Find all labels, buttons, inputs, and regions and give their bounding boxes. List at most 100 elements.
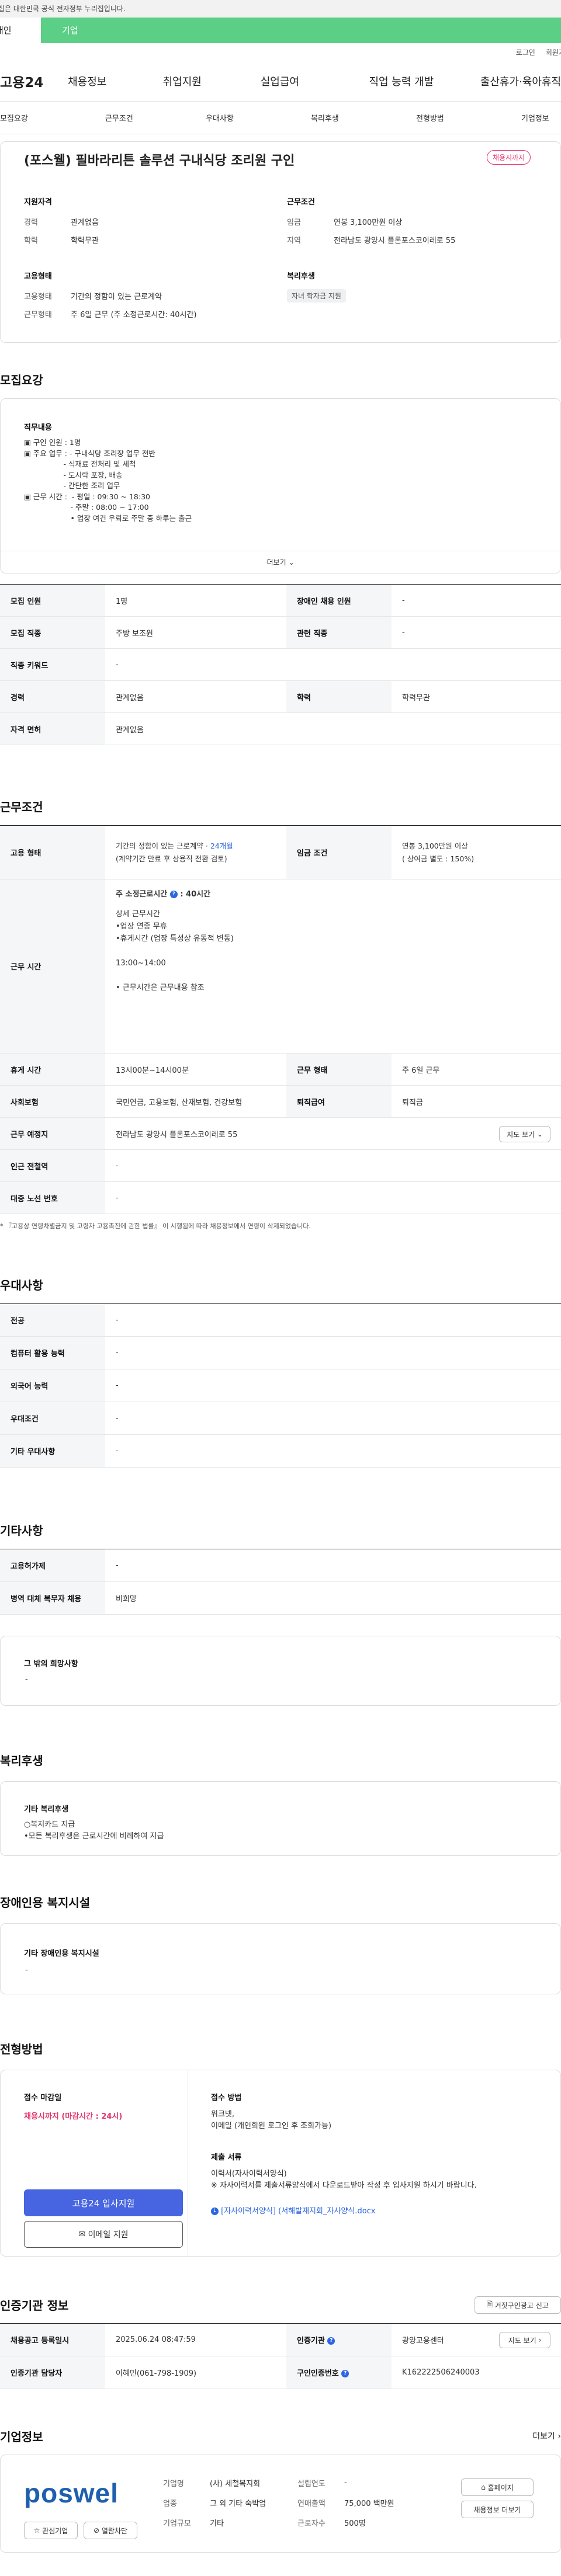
cert-table: 채용공고 등록일시 2025.06.24 08:47:59 인증기관 ? 광양고용센터… xyxy=(0,2323,561,2389)
info-icon[interactable]: ? xyxy=(169,891,178,898)
duty-line: ▣ 주요 업무 : - 구내식당 조리장 업무 전반 xyxy=(24,449,155,458)
worktime-line: •업장 연중 무휴 xyxy=(116,922,167,931)
section-title-recruit: 모집요강 xyxy=(0,373,43,387)
company-more-link[interactable]: 더보기 › xyxy=(532,2430,561,2442)
emp-heading: 고용형태 xyxy=(24,272,52,281)
resume-file-link[interactable]: ↓ [자사이력서양식] (서해발재지회_자사양식.docx xyxy=(211,2205,376,2216)
company-info-key: 설립연도 xyxy=(297,2479,325,2488)
duty-line: - 주말 : 08:00 ~ 17:00 xyxy=(24,503,149,512)
table-row: 컴퓨터 활용 능력 - xyxy=(0,1336,561,1369)
table-row: 근무 예정지 전라남도 광양시 플론포스코이레로 55 지도 보기 ⌄ xyxy=(0,1117,561,1150)
company-info-key: 기업명 xyxy=(163,2479,184,2488)
duty-line: ▣ 구인 인원 : 1명 xyxy=(24,438,81,447)
company-box: poswel ☆ 관심기업 ⊘ 열람차단 기업명 (사) 세철복지회 설립연도 - 업종… xyxy=(0,2455,561,2553)
report-button[interactable]: 🗎 거짓구인광고 신고 xyxy=(475,2296,561,2314)
info-icon[interactable]: ? xyxy=(327,2337,335,2345)
table-row: 모집 직종 주방 보조원 관련 직종 - xyxy=(0,616,561,649)
company-info-key: 근로자수 xyxy=(297,2519,325,2528)
signup-link[interactable]: 회원가입 xyxy=(546,47,561,57)
section-title-conditions: 근무조건 xyxy=(0,800,43,814)
duty-box: 직무내용 ▣ 구인 인원 : 1명 ▣ 주요 업무 : - 구내식당 조리장 업무… xyxy=(0,398,561,573)
company-info-value: 500명 xyxy=(344,2519,366,2528)
status-badge: 채용시까지 xyxy=(487,150,531,165)
email-apply-button[interactable]: ✉ 이메일 지원 xyxy=(24,2221,183,2248)
homepage-button[interactable]: ⌂ 홈페이지 xyxy=(461,2478,534,2496)
company-info-row: 업종 그 외 기타 숙박업 연매출액 75,000 백만원 xyxy=(163,2492,432,2512)
block-icon: ⊘ xyxy=(93,2526,100,2535)
section-title-company: 기업정보 xyxy=(0,2430,43,2444)
nav-unemployment[interactable]: 실업급여 xyxy=(261,74,369,89)
section-title-welfare: 복리후생 xyxy=(0,1754,43,1768)
table-row: 자격 면허 관계없음 xyxy=(0,712,561,745)
worktime-line: •휴게시간 (업장 특성상 유동적 변동) xyxy=(116,934,234,943)
edu-key: 학력 xyxy=(24,237,38,245)
career-value: 관계없음 xyxy=(71,218,99,227)
welfare-tag: 자녀 학자금 지원 xyxy=(287,289,346,303)
cert-map-button[interactable]: 지도 보기 › xyxy=(499,2332,550,2348)
table-row: 외국어 능력 - xyxy=(0,1369,561,1402)
table-row: 경력 관계없음 학력 학력무관 xyxy=(0,680,561,713)
subnav-preference[interactable]: 우대사항 xyxy=(206,112,311,123)
disabled-box: 기타 장애인용 복지시설 - xyxy=(0,1923,561,1994)
tab-company[interactable]: 기업 xyxy=(41,18,137,43)
table-row: 휴게 시간 13시00분~14시00분 근무 형태 주 6일 근무 xyxy=(0,1053,561,1086)
duty-line: • 업장 여건 우뢰로 주말 중 하루는 출근 xyxy=(24,513,192,523)
subnav-process[interactable]: 전형방법 xyxy=(416,112,521,123)
tab-personal[interactable]: 개인 xyxy=(0,18,41,43)
table-row: 근무 시간 주 소정근로시간 ? : 40시간 상세 근무시간 •업장 연중 무휴… xyxy=(0,879,561,1054)
table-row: 고용허가제 - xyxy=(0,1549,561,1582)
gov-banner: 이 누리집은 대한민국 공식 전자정부 누리집입니다. xyxy=(0,0,561,18)
company-info-value: (사) 세철복지회 xyxy=(210,2479,261,2488)
subnav-welfare[interactable]: 복리후생 xyxy=(311,112,416,123)
duty-line: - 간단한 조리 업무 xyxy=(24,481,120,490)
table-row: 고용 형태 기간의 정함이 있는 근로계약 · 24개월 (계약기간 만료 후 상… xyxy=(0,825,561,879)
section-title-process: 전형방법 xyxy=(0,2042,43,2056)
company-info-key: 연매출액 xyxy=(297,2499,325,2508)
apply-button[interactable]: 고용24 입사지원 xyxy=(24,2189,183,2216)
login-link[interactable]: 로그인 xyxy=(516,47,535,57)
worktime-line: 상세 근무시간 xyxy=(116,910,160,919)
job-summary-card: (포스웰) 필바라리튼 솔루션 구내식당 조리원 구인 채용시까지 지원자격 경… xyxy=(0,141,561,343)
duty-more-button[interactable]: 더보기 ⌄ xyxy=(1,551,560,573)
nav-jobs[interactable]: 채용정보 xyxy=(68,74,163,89)
table-row: 병역 대체 복무자 채용 비희망 xyxy=(0,1581,561,1615)
age-notice: * 『고용상 연령차별금지 및 고령자 고용촉진에 관한 법률』 이 시행됨에 … xyxy=(0,1222,311,1230)
block-view-button[interactable]: ⊘ 열람차단 xyxy=(84,2522,137,2539)
info-icon[interactable]: ? xyxy=(341,2370,349,2377)
workform-key: 근무형태 xyxy=(24,311,52,319)
table-row: 모집 인원 1명 장애인 채용 인원 - xyxy=(0,584,561,617)
table-row: 인증기관 담당자 이혜민(061-798-1909) 구인인증번호 ? K162222… xyxy=(0,2356,561,2389)
company-jobs-button[interactable]: 채용정보 더보기 xyxy=(461,2501,534,2518)
subnav-recruit[interactable]: 모집요강 xyxy=(0,112,105,123)
company-logo: poswel xyxy=(24,2478,119,2508)
duty-line: - 식재료 전처리 및 세척 xyxy=(24,460,136,468)
download-icon: ↓ xyxy=(211,2207,219,2215)
company-info-key: 기업규모 xyxy=(163,2519,191,2528)
table-row: 우대조건 - xyxy=(0,1402,561,1435)
chevron-right-icon: › xyxy=(557,2432,561,2441)
nav-support[interactable]: 취업지원 xyxy=(163,74,261,89)
req-heading: 지원자격 xyxy=(24,198,52,207)
table-row: 사회보험 국민연금, 고용보험, 산재보험, 건강보험 퇴직급여 퇴직금 xyxy=(0,1085,561,1118)
chevron-down-icon: ⌄ xyxy=(288,558,295,566)
duty-line: ▣ 근무 시간 : - 평일 : 09:30 ~ 18:30 xyxy=(24,492,150,501)
conditions-table: 고용 형태 기간의 정함이 있는 근로계약 · 24개월 (계약기간 만료 후 상… xyxy=(0,825,561,1214)
home-icon: ⌂ xyxy=(481,2483,486,2491)
sub-nav: 모집요강 근무조건 우대사항 복리후생 전형방법 기업정보 xyxy=(0,102,561,134)
worktime-line xyxy=(116,969,550,982)
duty-heading: 직무내용 xyxy=(24,423,52,432)
mail-icon: ✉ xyxy=(78,2230,86,2239)
report-icon: 🗎 xyxy=(487,2300,493,2309)
worktime-detail: 상세 근무시간 •업장 연중 무휴 •휴게시간 (업장 특성상 유동적 변동) 13:… xyxy=(116,908,550,994)
process-box: 접수 마감일 채용시까지 (마감시간 : 24시) 고용24 입사지원 ✉ 이메… xyxy=(0,2070,561,2257)
nav-leave[interactable]: 출산휴가·육아휴직 xyxy=(480,74,561,89)
map-button[interactable]: 지도 보기 ⌄ xyxy=(499,1126,550,1142)
subnav-conditions[interactable]: 근무조건 xyxy=(105,112,206,123)
nav-training[interactable]: 직업 능력 개발 xyxy=(369,74,480,89)
favorite-company-button[interactable]: ☆ 관심기업 xyxy=(24,2522,78,2539)
site-logo[interactable]: 고용24 xyxy=(0,71,68,91)
etc-other-box: 그 밖의 희망사항 - xyxy=(0,1636,561,1706)
chevron-right-icon: › xyxy=(538,2336,542,2344)
subnav-company[interactable]: 기업정보 xyxy=(521,112,549,123)
wage-value: 연봉 3,100만원 이상 xyxy=(334,218,403,227)
